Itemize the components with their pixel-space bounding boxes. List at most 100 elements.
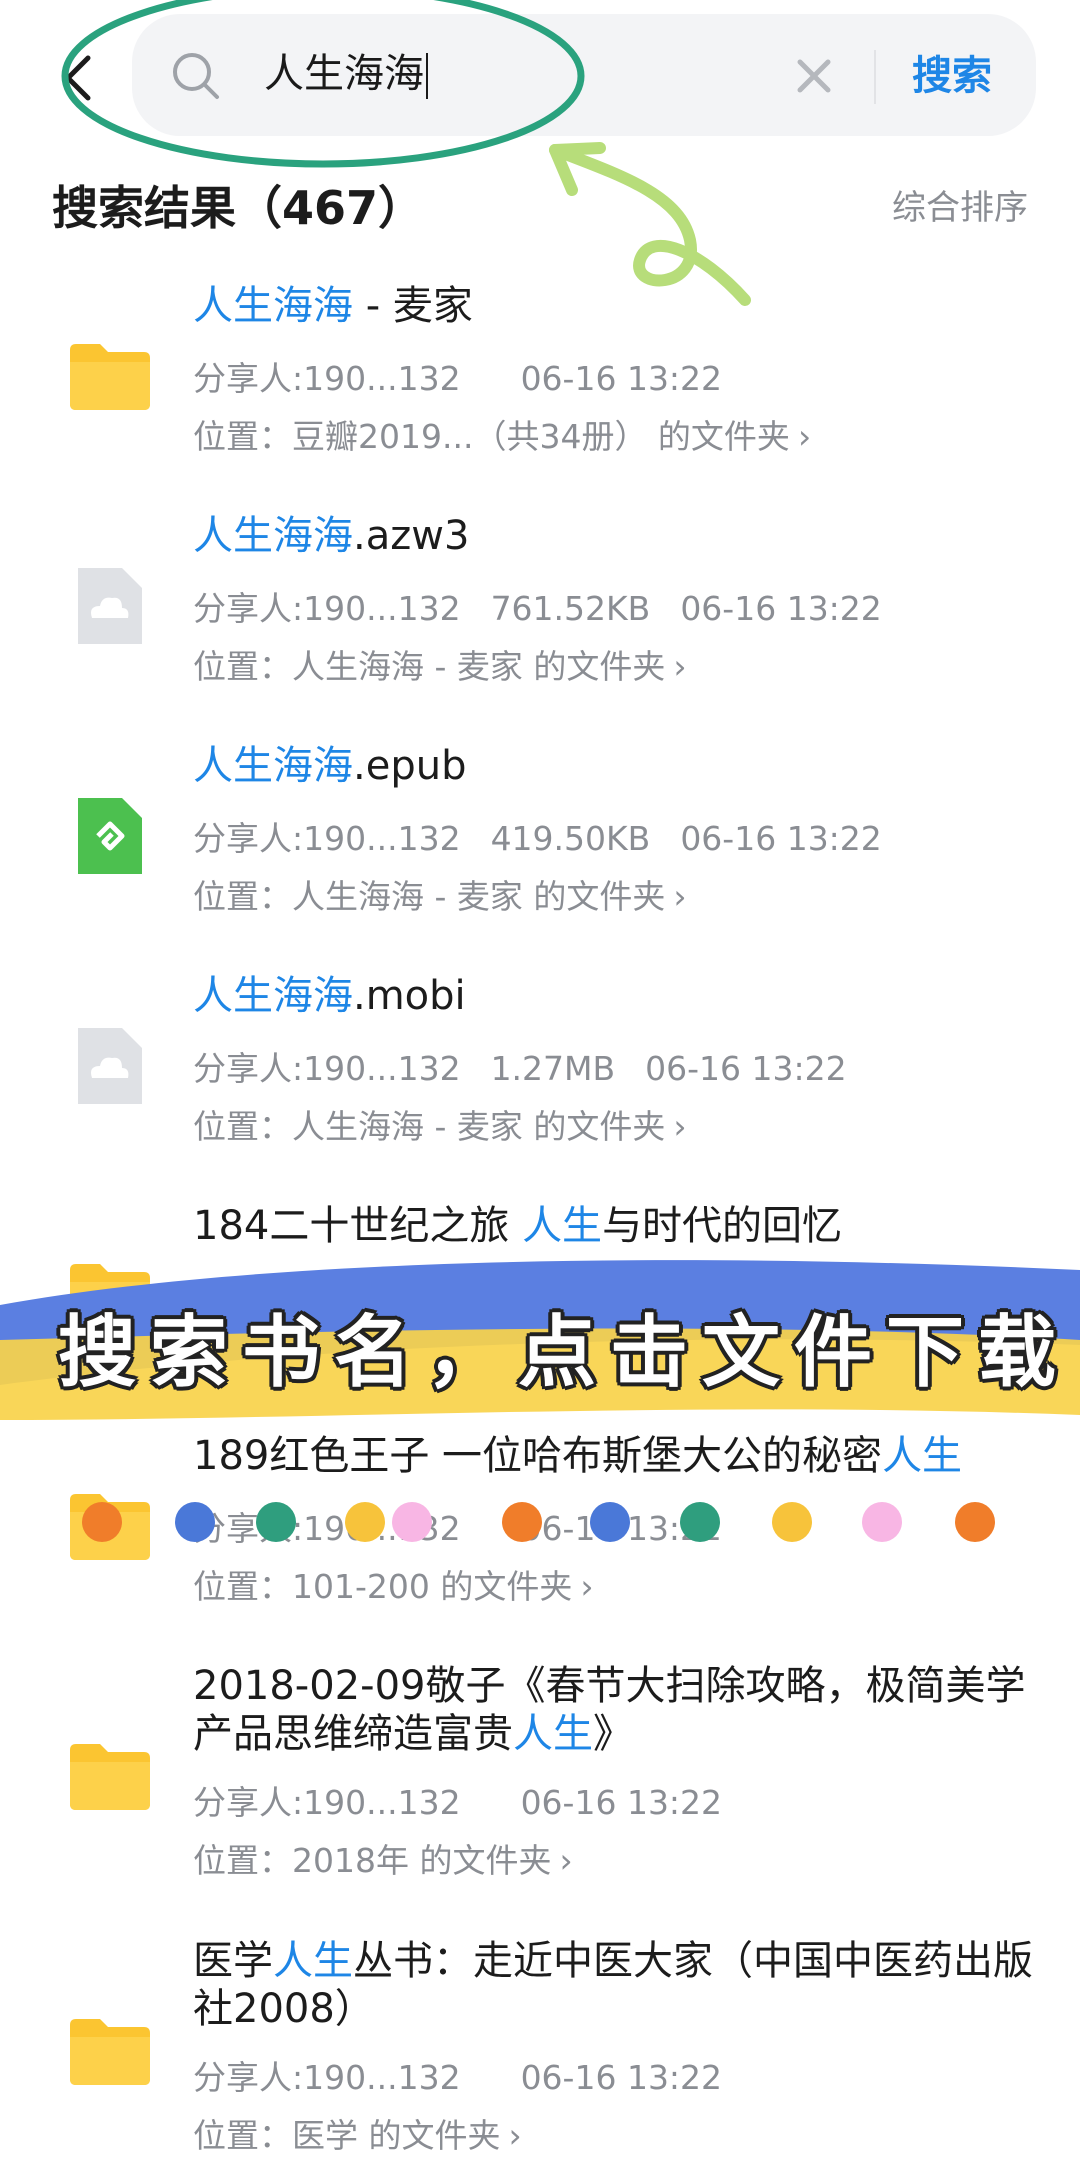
item-meta: 分享人:190...132 761.52KB 06-16 13:22 — [193, 582, 912, 630]
results-title: 搜索结果（467） — [52, 181, 425, 235]
sharer: 分享人:190...132 — [193, 589, 461, 628]
title-text: 184二十世纪之旅 — [193, 1203, 523, 1249]
title-highlight: 人生海海 — [193, 743, 353, 789]
item-title: 人生海海 - 麦家 — [193, 282, 1043, 330]
decorative-dot — [772, 1502, 812, 1542]
item-meta: 分享人:190...132 419.50KB 06-16 13:22 — [193, 812, 912, 860]
location-text: 位置：2018年 的文件夹 — [193, 1841, 552, 1880]
title-text: 与时代的回忆 — [602, 1203, 843, 1249]
file-thumbnail — [64, 1020, 156, 1112]
chevron-right-icon: › — [673, 647, 687, 686]
search-input[interactable]: 人生海海 — [264, 44, 428, 104]
item-location[interactable]: 位置：人生海海 - 麦家 的文件夹 › — [193, 1100, 687, 1148]
timestamp: 06-16 13:22 — [645, 1049, 847, 1088]
decorative-dot — [175, 1502, 215, 1542]
file-size: 761.52KB — [490, 589, 651, 628]
search-bar[interactable]: 人生海海 搜索 — [132, 14, 1036, 136]
location-text: 位置：101-200 的文件夹 — [193, 1567, 573, 1606]
item-title: 189红色王子 一位哈布斯堡大公的秘密人生 — [193, 1432, 1043, 1480]
sharer: 分享人:190...132 — [193, 359, 461, 398]
location-text: 位置：豆瓣2019...（共34册） 的文件夹 — [193, 417, 790, 456]
cloud-file-icon — [78, 1028, 142, 1104]
timestamp: 06-16 13:22 — [680, 589, 882, 628]
decorative-dot — [955, 1502, 995, 1542]
title-highlight: 人生海海 — [193, 973, 353, 1019]
file-thumbnail — [64, 560, 156, 652]
file-size: 1.27MB — [490, 1049, 616, 1088]
location-text: 位置：人生海海 - 麦家 的文件夹 — [193, 647, 666, 686]
chevron-right-icon: › — [797, 417, 812, 456]
close-icon — [797, 59, 831, 93]
timestamp: 06-16 13:22 — [520, 2058, 723, 2097]
file-thumbnail — [64, 790, 156, 882]
timestamp: 06-16 13:22 — [520, 1783, 723, 1822]
cloud-file-icon — [78, 568, 142, 644]
item-meta: 分享人:190...132 06-16 13:22 — [193, 352, 752, 400]
title-text: .mobi — [353, 973, 466, 1019]
sort-button[interactable]: 综合排序 — [892, 180, 1028, 229]
title-highlight: 人生 — [522, 1203, 603, 1249]
item-location[interactable]: 位置：医学 的文件夹 › — [193, 2109, 522, 2157]
search-icon — [170, 50, 222, 102]
title-highlight: 人生海海 — [193, 513, 353, 559]
location-text: 位置：人生海海 - 麦家 的文件夹 — [193, 1107, 666, 1146]
title-text: 189红色王子 一位哈布斯堡大公的秘密 — [193, 1433, 883, 1479]
chevron-left-icon — [65, 55, 91, 101]
decorative-dot — [345, 1502, 385, 1542]
item-location[interactable]: 位置：101-200 的文件夹 › — [193, 1560, 594, 1608]
search-divider — [874, 50, 876, 104]
clear-button[interactable] — [792, 54, 836, 98]
title-text: .azw3 — [353, 513, 470, 559]
decorative-dot — [862, 1502, 902, 1542]
chevron-right-icon: › — [580, 1567, 594, 1606]
text-cursor — [426, 53, 428, 99]
item-title: 184二十世纪之旅 人生与时代的回忆 — [193, 1202, 1043, 1250]
pointer-arrow — [549, 144, 751, 306]
decorative-dot — [502, 1502, 542, 1542]
sharer: 分享人:190...132 — [193, 2058, 461, 2097]
arrow-head — [549, 142, 606, 196]
title-highlight: 人生海海 — [193, 283, 353, 329]
timestamp: 06-16 13:22 — [520, 359, 723, 398]
folder-icon — [70, 344, 150, 410]
decorative-dot — [392, 1502, 432, 1542]
title-highlight: 人生 — [882, 1433, 963, 1479]
sharer: 分享人:190...132 — [193, 1783, 461, 1822]
search-button[interactable]: 搜索 — [912, 48, 992, 104]
overlay-caption: 搜索书名，点击文件下载 — [58, 1308, 1071, 1398]
item-location[interactable]: 位置：人生海海 - 麦家 的文件夹 › — [193, 870, 687, 918]
back-button[interactable] — [50, 48, 110, 108]
chevron-right-icon: › — [673, 877, 687, 916]
chevron-right-icon: › — [508, 2116, 522, 2155]
item-title: 2018-02-09敬子《春节大扫除攻略，极简美学产品思维缔造富贵人生》 — [193, 1662, 1043, 1758]
item-location[interactable]: 位置：人生海海 - 麦家 的文件夹 › — [193, 640, 687, 688]
timestamp: 06-16 13:22 — [680, 819, 882, 858]
folder-icon — [70, 2019, 150, 2085]
item-title: 人生海海.mobi — [193, 972, 1043, 1020]
file-thumbnail — [64, 2005, 156, 2097]
chevron-right-icon: › — [673, 1107, 687, 1146]
sharer: 分享人:190...132 — [193, 1049, 461, 1088]
location-text: 位置：医学 的文件夹 — [193, 2116, 501, 2155]
title-text: .epub — [353, 743, 467, 789]
decorative-dot — [680, 1502, 720, 1542]
item-location[interactable]: 位置：豆瓣2019...（共34册） 的文件夹 › — [193, 410, 811, 458]
item-title: 医学人生丛书：走近中医大家（中国中医药出版社2008） — [193, 1937, 1043, 2033]
title-text: 》 — [593, 1711, 633, 1757]
title-text: - 麦家 — [353, 283, 473, 329]
file-size: 419.50KB — [490, 819, 651, 858]
item-meta: 分享人:190...132 1.27MB 06-16 13:22 — [193, 1042, 877, 1090]
epub-file-icon — [78, 798, 142, 874]
item-meta: 分享人:190...132 06-16 13:22 — [193, 2051, 752, 2099]
title-text: 医学 — [193, 1938, 273, 1984]
item-location[interactable]: 位置：2018年 的文件夹 › — [193, 1834, 573, 1882]
title-highlight: 人生 — [513, 1711, 593, 1757]
item-title: 人生海海.epub — [193, 742, 1043, 790]
location-text: 位置：人生海海 - 麦家 的文件夹 — [193, 877, 666, 916]
sharer: 分享人:190...132 — [193, 819, 461, 858]
item-title: 人生海海.azw3 — [193, 512, 1043, 560]
file-thumbnail — [64, 330, 156, 422]
decorative-dot — [256, 1502, 296, 1542]
decorative-dot — [590, 1502, 630, 1542]
file-thumbnail — [64, 1730, 156, 1822]
